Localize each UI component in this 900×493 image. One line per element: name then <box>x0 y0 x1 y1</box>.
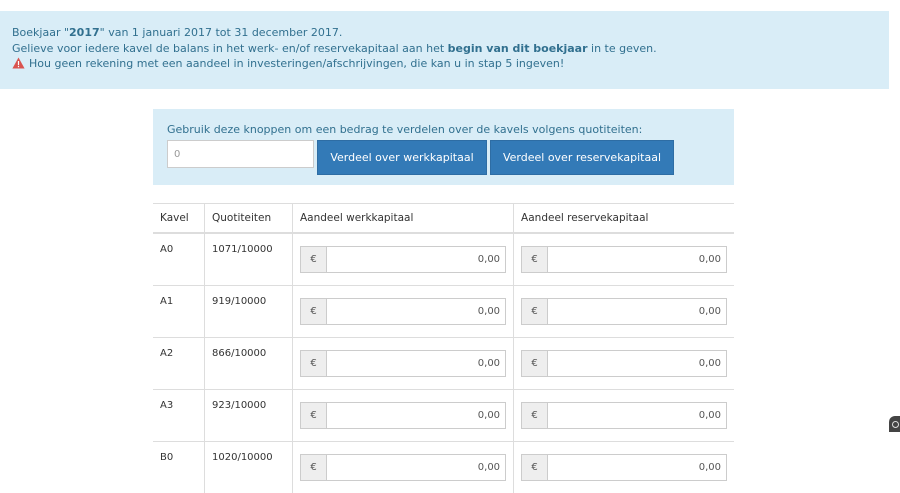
table-header-row: Kavel Quotiteiten Aandeel werkkapitaal A… <box>153 204 734 234</box>
werkkapitaal-input-group: € <box>300 454 506 481</box>
quotiteit-cell: 919/10000 <box>205 286 293 338</box>
euro-addon: € <box>521 402 547 429</box>
distribute-controls: Verdeel over werkkapitaal Verdeel over r… <box>167 140 734 175</box>
reservekapitaal-cell: € <box>514 338 734 390</box>
werkkapitaal-input-group: € <box>300 350 506 377</box>
euro-addon: € <box>300 298 326 325</box>
distribute-panel: Gebruik deze knoppen om een bedrag te ve… <box>153 109 734 185</box>
werkkapitaal-cell: € <box>293 233 514 286</box>
reservekapitaal-cell: € <box>514 390 734 442</box>
werkkapitaal-input[interactable] <box>326 350 506 377</box>
info-line-2: Gelieve voor iedere kavel de balans in h… <box>12 41 889 57</box>
reservekapitaal-input[interactable] <box>547 298 727 325</box>
header-quotiteiten: Quotiteiten <box>205 204 293 234</box>
reservekapitaal-input-group: € <box>521 350 727 377</box>
reservekapitaal-input[interactable] <box>547 350 727 377</box>
table-row: A1919/10000 € € <box>153 286 734 338</box>
table-row: B01020/10000 € € <box>153 442 734 493</box>
boekjaar-info-alert: Boekjaar "2017" van 1 januari 2017 tot 3… <box>0 11 889 89</box>
begin-boekjaar-emphasis: begin van dit boekjaar <box>448 42 588 55</box>
werkkapitaal-input-group: € <box>300 402 506 429</box>
warning-triangle-icon <box>12 57 25 69</box>
reservekapitaal-input-group: € <box>521 246 727 273</box>
werkkapitaal-input-group: € <box>300 246 506 273</box>
distribute-werkkapitaal-button[interactable]: Verdeel over werkkapitaal <box>317 140 487 175</box>
reservekapitaal-cell: € <box>514 286 734 338</box>
euro-addon: € <box>300 402 326 429</box>
euro-addon: € <box>521 350 547 377</box>
reservekapitaal-input[interactable] <box>547 454 727 481</box>
settings-badge-icon[interactable] <box>889 416 900 432</box>
distribute-reservekapitaal-button[interactable]: Verdeel over reservekapitaal <box>490 140 674 175</box>
quotiteit-cell: 923/10000 <box>205 390 293 442</box>
euro-addon: € <box>300 246 326 273</box>
kavel-cell: A0 <box>153 233 205 286</box>
header-kavel: Kavel <box>153 204 205 234</box>
quotiteit-cell: 1020/10000 <box>205 442 293 493</box>
page-scrollbar[interactable] <box>889 0 900 432</box>
distribute-amount-input[interactable] <box>167 140 314 168</box>
table-row: A3923/10000 € € <box>153 390 734 442</box>
kavels-table: Kavel Quotiteiten Aandeel werkkapitaal A… <box>153 203 734 493</box>
table-row: A01071/10000 € € <box>153 233 734 286</box>
werkkapitaal-input[interactable] <box>326 402 506 429</box>
euro-addon: € <box>521 246 547 273</box>
kavel-cell: B0 <box>153 442 205 493</box>
euro-addon: € <box>521 298 547 325</box>
kavel-cell: A2 <box>153 338 205 390</box>
kavel-cell: A3 <box>153 390 205 442</box>
reservekapitaal-cell: € <box>514 442 734 493</box>
table-row: A2866/10000 € € <box>153 338 734 390</box>
info-line-1: Boekjaar "2017" van 1 januari 2017 tot 3… <box>12 25 889 41</box>
euro-addon: € <box>300 350 326 377</box>
reservekapitaal-input-group: € <box>521 298 727 325</box>
werkkapitaal-cell: € <box>293 442 514 493</box>
boekjaar-year: 2017 <box>69 26 100 39</box>
reservekapitaal-input-group: € <box>521 402 727 429</box>
info-line-3: Hou geen rekening met een aandeel in inv… <box>12 56 889 72</box>
quotiteit-cell: 866/10000 <box>205 338 293 390</box>
werkkapitaal-cell: € <box>293 338 514 390</box>
reservekapitaal-input[interactable] <box>547 246 727 273</box>
werkkapitaal-input[interactable] <box>326 454 506 481</box>
reservekapitaal-input-group: € <box>521 454 727 481</box>
distribute-label: Gebruik deze knoppen om een bedrag te ve… <box>167 123 734 136</box>
header-aandeel-reservekapitaal: Aandeel reservekapitaal <box>514 204 734 234</box>
table-body: A01071/10000 € € A1919/10000 € € A2866/10000 € €… <box>153 233 734 493</box>
euro-addon: € <box>521 454 547 481</box>
header-aandeel-werkkapitaal: Aandeel werkkapitaal <box>293 204 514 234</box>
werkkapitaal-input[interactable] <box>326 298 506 325</box>
reservekapitaal-input[interactable] <box>547 402 727 429</box>
euro-addon: € <box>300 454 326 481</box>
werkkapitaal-input-group: € <box>300 298 506 325</box>
kavel-cell: A1 <box>153 286 205 338</box>
werkkapitaal-cell: € <box>293 390 514 442</box>
werkkapitaal-cell: € <box>293 286 514 338</box>
werkkapitaal-input[interactable] <box>326 246 506 273</box>
quotiteit-cell: 1071/10000 <box>205 233 293 286</box>
reservekapitaal-cell: € <box>514 233 734 286</box>
